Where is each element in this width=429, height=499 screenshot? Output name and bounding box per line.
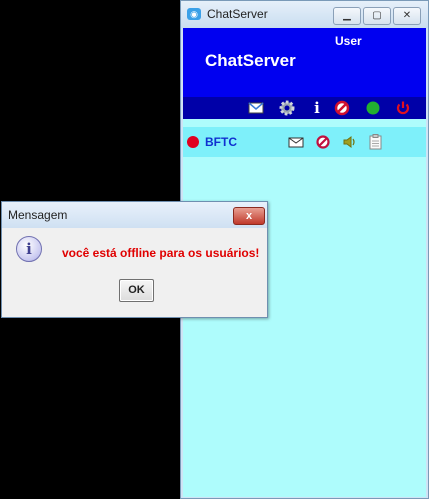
info-icon[interactable]: i	[308, 99, 326, 117]
app-name: ChatServer	[205, 51, 296, 70]
close-window-button[interactable]: ✕	[393, 7, 421, 25]
window-title: ChatServer	[207, 7, 268, 21]
info-icon: i	[16, 236, 42, 262]
offline-status-dot	[187, 136, 199, 148]
mail-icon[interactable]	[247, 99, 265, 117]
dialog-message: você está offline para os usuários!	[62, 246, 260, 260]
block-icon[interactable]	[333, 99, 351, 117]
online-status-icon[interactable]	[364, 99, 382, 117]
chat-app-icon: ◉	[187, 8, 201, 20]
block-icon[interactable]	[314, 133, 332, 151]
app-header: User ChatServer	[183, 28, 426, 97]
clipboard-icon[interactable]	[366, 133, 384, 151]
message-dialog: Mensagem x i você está offline para os u…	[1, 201, 268, 318]
dialog-close-button[interactable]: x	[233, 207, 265, 225]
power-icon[interactable]	[394, 99, 412, 117]
toolbar: i	[183, 97, 426, 119]
ok-button[interactable]: OK	[119, 279, 154, 302]
user-name: BFTC	[205, 135, 237, 149]
user-label: User	[335, 34, 362, 48]
window-titlebar[interactable]: ◉ ChatServer ▁ ▢ ✕	[181, 1, 428, 28]
minimize-button[interactable]: ▁	[333, 7, 361, 25]
user-row[interactable]: BFTC	[183, 127, 426, 157]
maximize-button[interactable]: ▢	[363, 7, 391, 25]
speaker-icon[interactable]	[341, 133, 359, 151]
dialog-title: Mensagem	[8, 208, 68, 222]
mail-icon[interactable]	[287, 133, 305, 151]
gear-icon[interactable]	[278, 99, 296, 117]
dialog-titlebar[interactable]: Mensagem x	[2, 202, 267, 228]
close-icon: x	[245, 210, 253, 222]
